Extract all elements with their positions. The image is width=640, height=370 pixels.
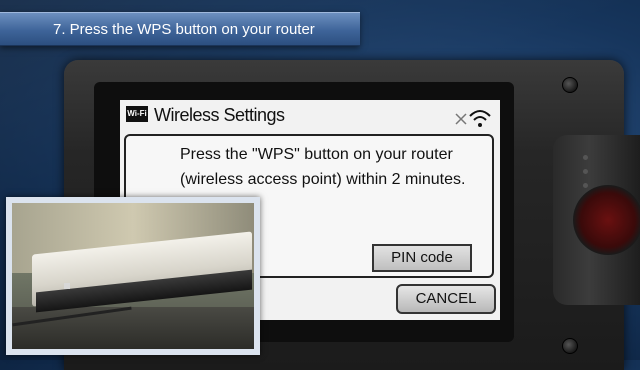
router-photo bbox=[12, 203, 254, 349]
signal-strength-icon bbox=[455, 110, 491, 127]
wps-button-icon bbox=[64, 283, 70, 289]
camcorder-lens bbox=[553, 135, 640, 305]
step-title: 7. Press the WPS button on your router bbox=[53, 21, 315, 38]
x-icon bbox=[455, 113, 467, 125]
step-banner: 7. Press the WPS button on your router bbox=[0, 12, 360, 46]
dialog-title: Wireless Settings bbox=[154, 105, 285, 125]
router-photo-inset bbox=[6, 197, 260, 355]
screw-icon bbox=[562, 77, 578, 93]
screw-icon bbox=[562, 338, 578, 354]
cancel-button[interactable]: CANCEL bbox=[396, 284, 496, 314]
lens-ring bbox=[573, 185, 640, 255]
dialog-header: Wi-Fi Wireless Settings bbox=[124, 104, 496, 127]
instruction-message: Press the "WPS" button on your router (w… bbox=[180, 146, 466, 188]
wifi-badge-icon: Wi-Fi bbox=[126, 106, 148, 122]
pin-code-button[interactable]: PIN code bbox=[372, 244, 472, 272]
